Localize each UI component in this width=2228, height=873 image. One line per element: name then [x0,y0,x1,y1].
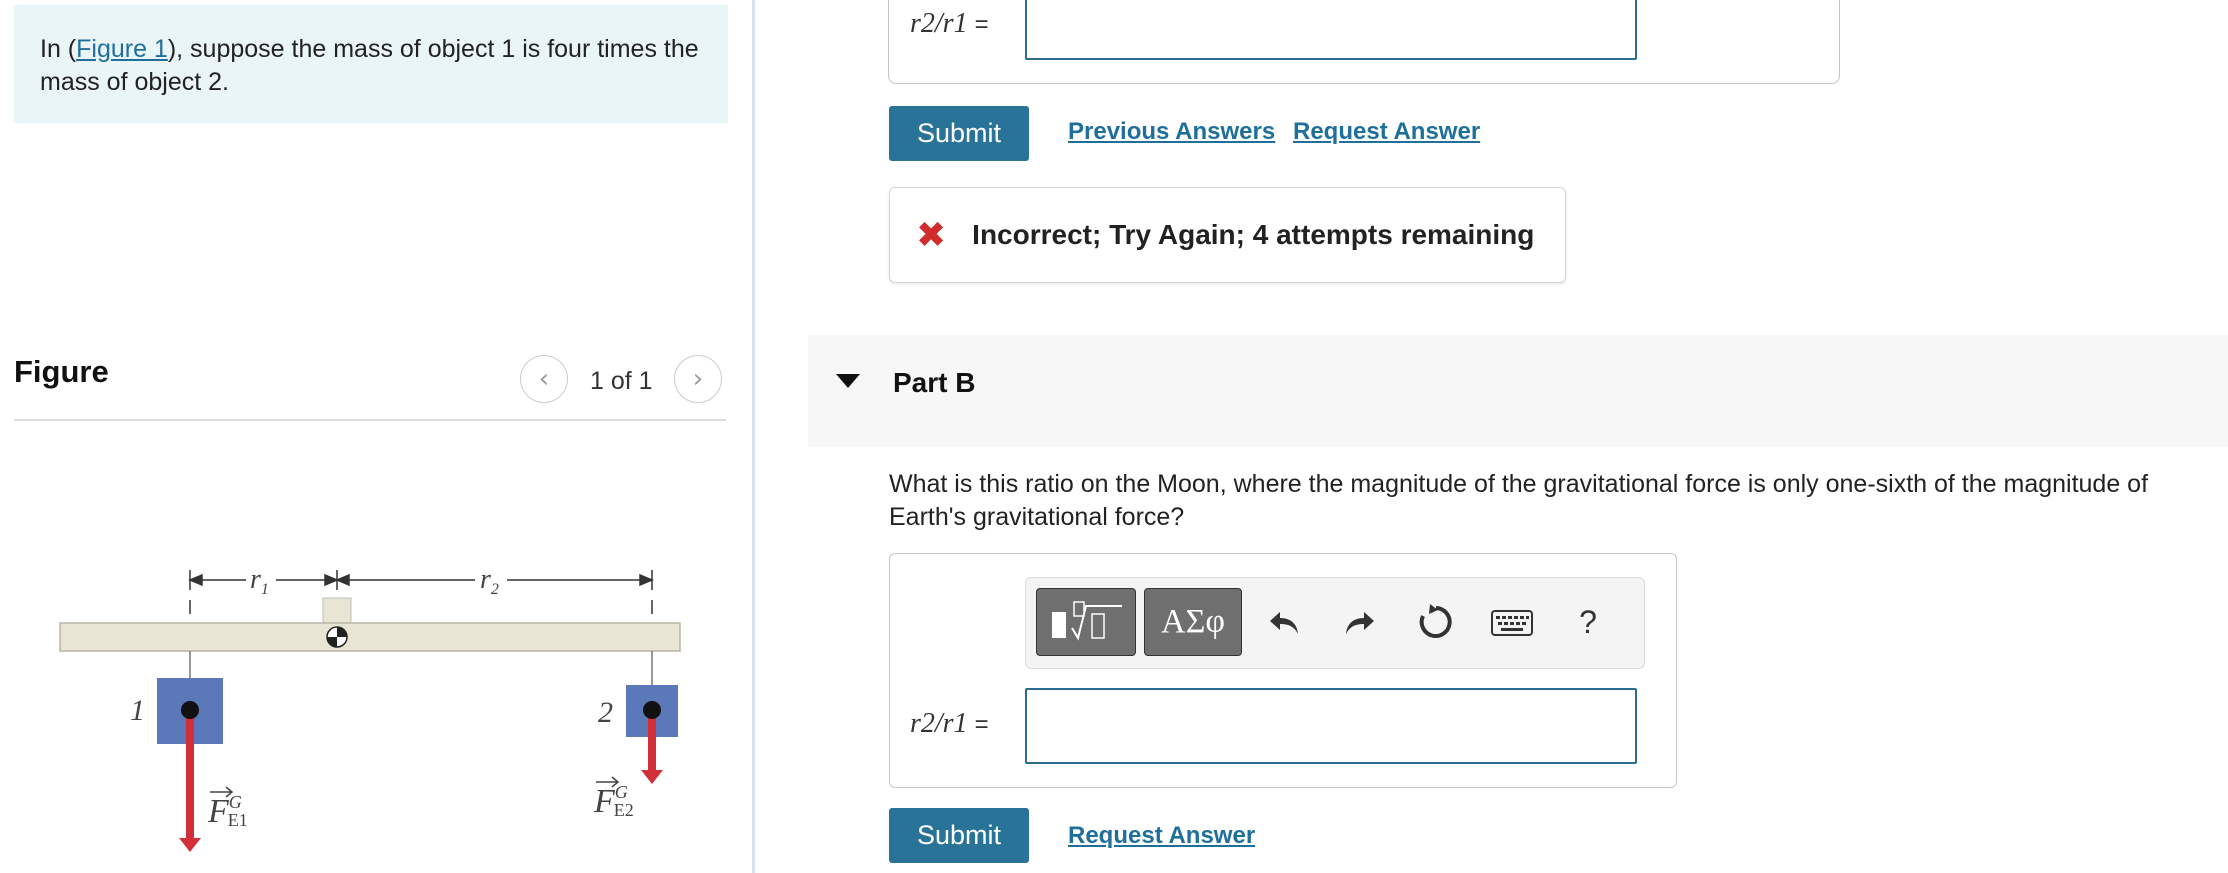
feedback-text: Incorrect; Try Again; 4 attempts remaini… [972,219,1535,250]
redo-icon [1346,612,1374,634]
part-b-submit-button[interactable]: Submit [889,808,1029,863]
part-b-eq-label: r2/r1 = [910,708,989,739]
figure-title: Figure [14,354,109,389]
pivot-post [322,597,352,625]
figure-diagram: r1 r2 1 FG E1 2 FG E2 [59,564,681,852]
figure-divider [14,419,726,421]
math-toolbar: ΑΣφ ? [1025,577,1645,669]
pane-divider[interactable] [752,0,755,873]
object-1-label: 1 [130,694,145,727]
beam [59,622,681,652]
force-1-label: FG E1 [207,792,248,830]
undo-icon [1270,612,1298,634]
force-2-label: FG E2 [593,782,634,820]
intro-text: In (Figure 1), suppose the mass of objec… [14,5,728,123]
undo-button[interactable] [1262,600,1306,644]
part-a-eq-label: r2/r1 = [910,8,989,39]
reset-button[interactable] [1414,600,1458,644]
figure-prev-button[interactable]: ‹ [520,355,568,403]
part-b-question: What is this ratio on the Moon, where th… [889,470,2149,531]
figure-link[interactable]: Figure 1 [76,35,168,63]
keyboard-button[interactable] [1490,600,1534,644]
keyboard-icon [1491,610,1533,636]
templates-icon [1052,601,1122,641]
figure-next-button[interactable]: › [674,355,722,403]
figure-page-count: 1 of 1 [590,367,653,395]
left-pane: In (Figure 1), suppose the mass of objec… [0,0,752,873]
feedback-message: ✖ Incorrect; Try Again; 4 attempts remai… [889,187,1566,283]
part-a-answer-input[interactable] [1025,0,1637,60]
intro-prefix: In ( [40,35,77,63]
part-a-submit-button[interactable]: Submit [889,106,1029,161]
redo-button[interactable] [1338,600,1382,644]
x-icon: ✖ [916,214,947,256]
chevron-left-icon: ‹ [538,364,550,394]
caret-down-icon[interactable] [836,374,860,388]
symbols-button[interactable]: ΑΣφ [1144,588,1242,656]
part-a-request-answer-link[interactable]: Request Answer [1293,118,1480,146]
center-of-mass-icon [326,626,348,648]
reset-icon [1419,604,1452,638]
object-2-label: 2 [598,696,613,729]
part-b-title: Part B [893,367,976,398]
help-button[interactable]: ? [1566,600,1610,644]
chevron-right-icon: › [692,364,704,394]
part-b-request-answer-link[interactable]: Request Answer [1068,822,1255,850]
templates-button[interactable] [1036,588,1136,656]
previous-answers-link[interactable]: Previous Answers [1068,118,1275,146]
part-b-answer-input[interactable] [1025,688,1637,764]
part-b-header[interactable] [808,335,2228,447]
